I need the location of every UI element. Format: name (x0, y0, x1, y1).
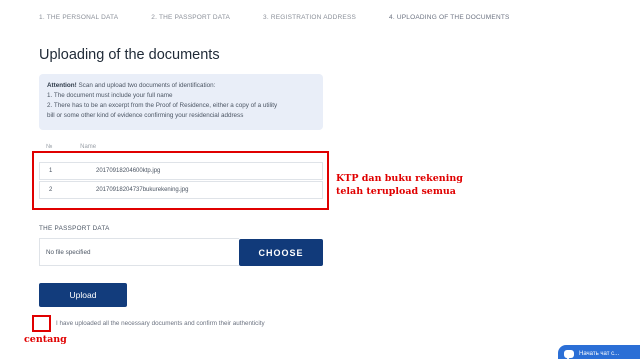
step-uploading-documents[interactable]: 4. UPLOADING OF THE DOCUMENTS (389, 14, 510, 21)
passport-data-label: THE PASSPORT DATA (39, 225, 110, 232)
page-title: Uploading of the documents (39, 47, 220, 63)
documents-table-header: № Name (46, 144, 122, 150)
step-personal-data[interactable]: 1. THE PERSONAL DATA (39, 14, 118, 21)
attention-label: Attention! (47, 82, 77, 89)
chat-label: Начать чат с... (579, 351, 620, 357)
step-registration-address[interactable]: 3. REGISTRATION ADDRESS (263, 14, 356, 21)
info-line-2: 1. The document must include your full n… (47, 92, 173, 99)
confirm-checkbox[interactable] (32, 315, 51, 332)
chat-bubble-icon (564, 350, 574, 359)
info-line-1: Attention! Scan and upload two documents… (47, 81, 315, 91)
choose-file-button[interactable]: CHOOSE (239, 239, 323, 266)
info-intro-text: Scan and upload two documents of identif… (76, 82, 216, 89)
chat-widget-button[interactable]: Начать чат с... (558, 345, 640, 359)
confirm-label: I have uploaded all the necessary docume… (56, 320, 265, 327)
info-line-4: bill or some other kind of evidence conf… (47, 112, 244, 119)
upload-button[interactable]: Upload (39, 283, 127, 307)
col-name: Name (80, 144, 97, 150)
annotation-centang: centang (24, 334, 67, 345)
annotation-line-2: telah terupload semua (336, 186, 456, 197)
file-input-field[interactable]: No file specified (39, 238, 239, 266)
annotation-line-1: KTP dan buku rekening (336, 173, 463, 184)
info-line-3: 2. There has to be an excerpt from the P… (47, 102, 278, 109)
annotation-highlight-box (32, 151, 329, 210)
wizard-steps: 1. THE PERSONAL DATA 2. THE PASSPORT DAT… (39, 14, 543, 21)
annotation-uploaded-note: KTP dan buku rekening telah terupload se… (336, 172, 486, 198)
attention-info-box: Attention! Scan and upload two documents… (39, 74, 323, 130)
col-number: № (46, 144, 53, 150)
step-passport-data[interactable]: 2. THE PASSPORT DATA (151, 14, 230, 21)
